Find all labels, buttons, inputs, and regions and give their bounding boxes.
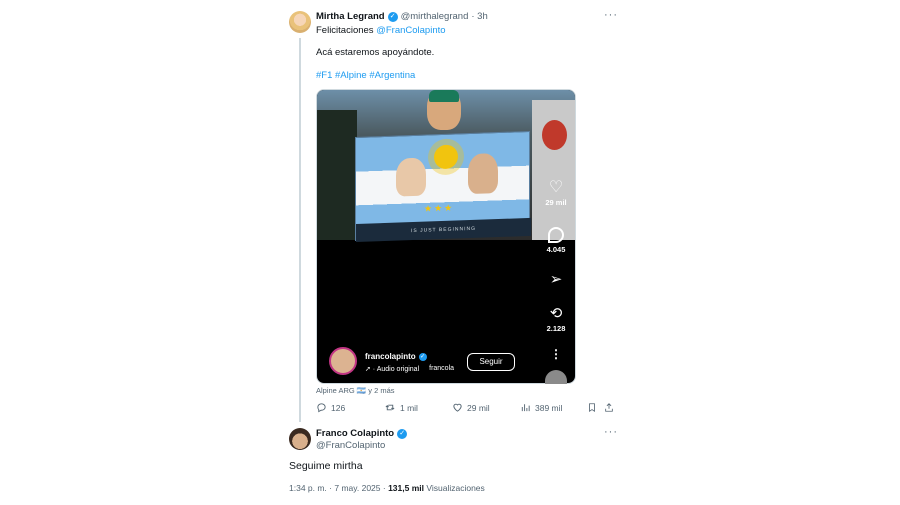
views-total: 131,5 mil (388, 483, 424, 493)
views-label: Visualizaciones (423, 483, 485, 493)
thread-connector (299, 38, 301, 422)
reel-repost[interactable]: ⟲ 2.128 (545, 305, 567, 334)
bookmark-icon (587, 402, 597, 413)
reel-user: francolapinto ✓ (365, 352, 427, 361)
reel-photo: ★★★ IS JUST BEGINNING (317, 90, 575, 243)
author-handle[interactable]: @mirthalegrand (401, 11, 469, 22)
reel-more-icon[interactable]: ⋮ (545, 347, 567, 361)
tweet1-header: Mirtha Legrand ✓ @mirthalegrand · 3h (316, 11, 488, 22)
reel-comment[interactable]: 4.045 (545, 227, 567, 254)
argentina-flag-banner: ★★★ IS JUST BEGINNING (355, 130, 531, 243)
share-icon (604, 402, 614, 413)
comment-icon (548, 227, 564, 243)
reel-media[interactable]: ★★★ IS JUST BEGINNING francolapinto ✓ ➚ … (316, 89, 576, 384)
views-action[interactable]: 389 mil (520, 402, 562, 413)
retweet-count: 1 mil (400, 402, 418, 413)
more-options-icon[interactable]: ··· (604, 426, 618, 438)
audio-label: Audio original (376, 366, 420, 373)
banner-text: IS JUST BEGINNING (356, 217, 531, 243)
mirtha-avatar[interactable] (289, 11, 311, 33)
views-count: 389 mil (535, 402, 563, 413)
verified-badge-icon: ✓ (387, 11, 398, 22)
timestamp[interactable]: 1:34 p. m. · 7 may. 2025 · (289, 483, 388, 493)
tweet2-header: Franco Colapinto ✓ (316, 428, 408, 439)
audio-user: francola (429, 365, 455, 372)
follow-button[interactable]: Seguir (467, 353, 515, 371)
reel-verified-icon: ✓ (418, 352, 427, 361)
reply-count: 126 (331, 402, 346, 413)
tweet2-body: Seguime mirtha (289, 460, 363, 472)
like-action[interactable]: 29 mil (452, 402, 490, 413)
reel-share[interactable]: ➢ (545, 272, 567, 288)
mention-link[interactable]: @FranColapinto (376, 25, 445, 36)
tweet1-line2: Acá estaremos apoyándote. (316, 47, 435, 58)
reply-icon (316, 402, 327, 413)
franco-avatar[interactable] (289, 428, 311, 450)
more-options-icon[interactable]: ··· (604, 9, 618, 21)
author-name[interactable]: Mirtha Legrand (316, 11, 385, 22)
repost-icon: ⟲ (549, 305, 563, 322)
line1-prefix: Felicitaciones (316, 25, 377, 36)
reel-username[interactable]: francolapinto (365, 352, 416, 361)
reel-comment-count: 4.045 (546, 245, 566, 254)
reel-audio[interactable]: ➚ · Audio original francola (365, 365, 454, 373)
share-action[interactable] (604, 402, 614, 413)
tagged-users[interactable]: Alpine ARG 🇦🇷 y 2 más (316, 386, 395, 395)
author-name[interactable]: Franco Colapinto (316, 428, 394, 439)
tweet2-meta: 1:34 p. m. · 7 may. 2025 · 131,5 mil Vis… (289, 483, 485, 493)
reel-repost-count: 2.128 (546, 324, 566, 333)
heart-icon (452, 402, 463, 413)
author-handle[interactable]: @FranColapinto (316, 440, 385, 451)
retweet-icon (384, 402, 396, 413)
bookmark-action[interactable] (587, 402, 597, 413)
francolapinto-avatar[interactable] (329, 347, 357, 375)
reel-like[interactable]: ♡ 29 mil (545, 179, 567, 208)
verified-badge-icon: ✓ (397, 428, 408, 439)
reel-like-count: 29 mil (545, 198, 567, 207)
reply-action[interactable]: 126 (316, 402, 345, 413)
tweet-time[interactable]: · 3h (471, 11, 487, 22)
heart-icon: ♡ (548, 179, 564, 196)
tweet1-line1: Felicitaciones @FranColapinto (316, 25, 446, 36)
like-count: 29 mil (467, 402, 490, 413)
analytics-icon (520, 402, 531, 413)
audio-arrow-icon: ➚ · (365, 366, 377, 373)
retweet-action[interactable]: 1 mil (384, 402, 418, 413)
hashtags[interactable]: #F1 #Alpine #Argentina (316, 70, 415, 81)
send-icon: ➢ (549, 271, 563, 288)
